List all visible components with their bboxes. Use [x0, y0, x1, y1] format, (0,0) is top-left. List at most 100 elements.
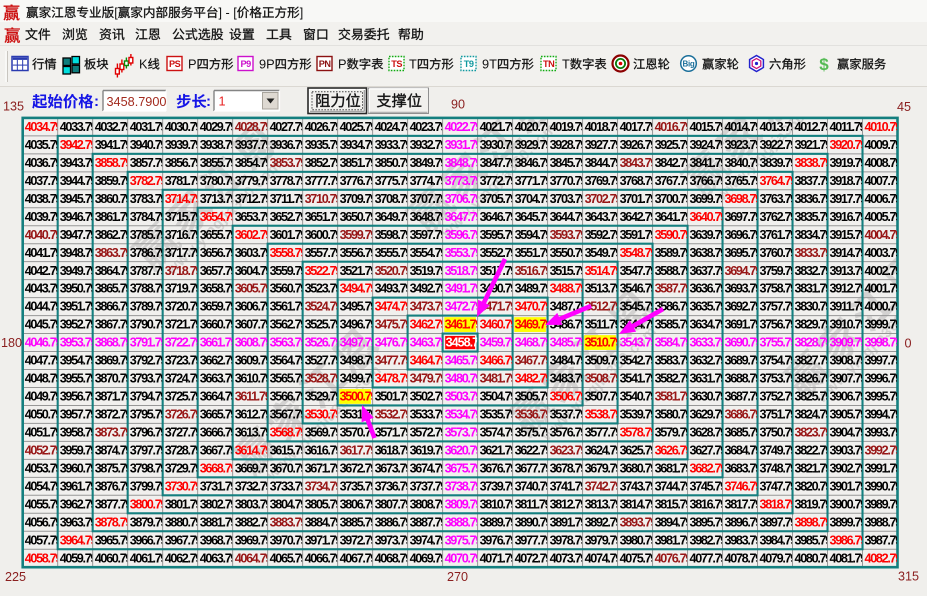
svg-text:4079.79: 4079.79 — [760, 551, 798, 565]
svg-text:3551.79: 3551.79 — [515, 246, 553, 260]
svg-text:3682.79: 3682.79 — [690, 462, 728, 476]
svg-text:3728.79: 3728.79 — [165, 444, 203, 458]
svg-text:3680.79: 3680.79 — [620, 462, 658, 476]
svg-text:3621.79: 3621.79 — [480, 444, 518, 458]
svg-text:3539.79: 3539.79 — [620, 408, 658, 422]
svg-text:3801.79: 3801.79 — [165, 497, 203, 511]
svg-text:3552.79: 3552.79 — [480, 246, 518, 260]
svg-text:3727.79: 3727.79 — [165, 426, 203, 440]
svg-text:3622.79: 3622.79 — [515, 444, 553, 458]
svg-text:3694.79: 3694.79 — [725, 264, 763, 278]
svg-text:P: P — [338, 57, 347, 72]
svg-text:4073.79: 4073.79 — [550, 551, 588, 565]
svg-text:3887.79: 3887.79 — [410, 515, 448, 529]
svg-text:3725.79: 3725.79 — [165, 390, 203, 404]
svg-text:3499.79: 3499.79 — [340, 372, 378, 386]
svg-text:3933.79: 3933.79 — [375, 138, 413, 152]
svg-text:3894.79: 3894.79 — [655, 515, 693, 529]
svg-text:4046.79: 4046.79 — [25, 336, 63, 350]
svg-text:3755.79: 3755.79 — [760, 336, 798, 350]
svg-text:3558.79: 3558.79 — [270, 246, 308, 260]
svg-text:3555.79: 3555.79 — [375, 246, 413, 260]
svg-text:3751.79: 3751.79 — [760, 408, 798, 422]
svg-text:4022.79: 4022.79 — [445, 120, 483, 134]
svg-text:3651.79: 3651.79 — [305, 210, 343, 224]
svg-text:4051.79: 4051.79 — [25, 426, 63, 440]
svg-text:3684.79: 3684.79 — [725, 444, 763, 458]
svg-text:3995.79: 3995.79 — [865, 390, 903, 404]
svg-text:3588.79: 3588.79 — [655, 264, 693, 278]
svg-text:3581.79: 3581.79 — [655, 390, 693, 404]
svg-text:3890.79: 3890.79 — [515, 515, 553, 529]
svg-text:3988.79: 3988.79 — [865, 515, 903, 529]
svg-text:3540.79: 3540.79 — [620, 390, 658, 404]
svg-text:3924.79: 3924.79 — [690, 138, 728, 152]
svg-text:3554.79: 3554.79 — [410, 246, 448, 260]
svg-text:3603.79: 3603.79 — [235, 246, 273, 260]
svg-text:4076.79: 4076.79 — [655, 551, 693, 565]
svg-text:3813.79: 3813.79 — [585, 497, 623, 511]
svg-text:90: 90 — [451, 98, 465, 112]
svg-text:3907.79: 3907.79 — [830, 372, 868, 386]
svg-text:3556.79: 3556.79 — [340, 246, 378, 260]
svg-text:3616.79: 3616.79 — [305, 444, 343, 458]
svg-text:4026.79: 4026.79 — [305, 120, 343, 134]
svg-text:3978.79: 3978.79 — [550, 533, 588, 547]
svg-text:3897.79: 3897.79 — [760, 515, 798, 529]
svg-text:3979.79: 3979.79 — [585, 533, 623, 547]
svg-text:3477.79: 3477.79 — [375, 354, 413, 368]
svg-text:3697.79: 3697.79 — [725, 210, 763, 224]
svg-text:3484.79: 3484.79 — [550, 354, 588, 368]
svg-text:3787.79: 3787.79 — [130, 264, 168, 278]
svg-text:3640.79: 3640.79 — [690, 210, 728, 224]
svg-text:4002.79: 4002.79 — [865, 264, 903, 278]
svg-text:3659.79: 3659.79 — [200, 300, 238, 314]
svg-text:4001.79: 4001.79 — [865, 282, 903, 296]
svg-text:3652.79: 3652.79 — [270, 210, 308, 224]
svg-text:3518.79: 3518.79 — [445, 264, 483, 278]
svg-text:3466.79: 3466.79 — [480, 354, 518, 368]
svg-text:3703.79: 3703.79 — [550, 192, 588, 206]
svg-text:3713.79: 3713.79 — [200, 192, 238, 206]
svg-text:3611.79: 3611.79 — [235, 390, 272, 404]
svg-text:4075.79: 4075.79 — [620, 551, 658, 565]
svg-text:3967.79: 3967.79 — [165, 533, 203, 547]
svg-text:3505.79: 3505.79 — [515, 390, 553, 404]
svg-text:4074.79: 4074.79 — [585, 551, 623, 565]
svg-text:3699.79: 3699.79 — [690, 192, 728, 206]
svg-text:3602.79: 3602.79 — [235, 228, 273, 242]
svg-text:3913.79: 3913.79 — [830, 264, 868, 278]
svg-text:3903.79: 3903.79 — [830, 444, 868, 458]
svg-text:3974.79: 3974.79 — [410, 533, 448, 547]
svg-text:3617.79: 3617.79 — [340, 444, 378, 458]
svg-text:3794.79: 3794.79 — [130, 390, 168, 404]
svg-text:3803.79: 3803.79 — [235, 497, 273, 511]
svg-text:3863.79: 3863.79 — [95, 246, 133, 260]
svg-text:3772.79: 3772.79 — [480, 174, 518, 188]
svg-text:3690.79: 3690.79 — [725, 336, 763, 350]
svg-text:4016.79: 4016.79 — [655, 120, 693, 134]
svg-text:3657.79: 3657.79 — [200, 264, 238, 278]
svg-text:3538.79: 3538.79 — [585, 408, 623, 422]
svg-text:3492.79: 3492.79 — [410, 282, 448, 296]
svg-text:3627.79: 3627.79 — [690, 444, 728, 458]
svg-text:3723.79: 3723.79 — [165, 354, 203, 368]
svg-text:3808.79: 3808.79 — [410, 497, 448, 511]
svg-text:3595.79: 3595.79 — [480, 228, 518, 242]
svg-text:3981.79: 3981.79 — [655, 533, 693, 547]
svg-text:3541.79: 3541.79 — [620, 372, 658, 386]
svg-text:3752.79: 3752.79 — [760, 390, 798, 404]
svg-text:3561.79: 3561.79 — [270, 300, 308, 314]
svg-text:3472.79: 3472.79 — [445, 300, 483, 314]
svg-text:3922.79: 3922.79 — [760, 138, 798, 152]
svg-text:3977.79: 3977.79 — [515, 533, 553, 547]
svg-text:3906.79: 3906.79 — [830, 390, 868, 404]
svg-text:4024.79: 4024.79 — [375, 120, 413, 134]
svg-text:3664.79: 3664.79 — [200, 390, 238, 404]
svg-text::: : — [94, 93, 99, 110]
svg-text:3598.79: 3598.79 — [375, 228, 413, 242]
svg-text:4029.79: 4029.79 — [200, 120, 238, 134]
svg-text:3790.79: 3790.79 — [130, 318, 168, 332]
svg-text:3590.79: 3590.79 — [655, 228, 693, 242]
svg-text:180: 180 — [1, 336, 22, 350]
